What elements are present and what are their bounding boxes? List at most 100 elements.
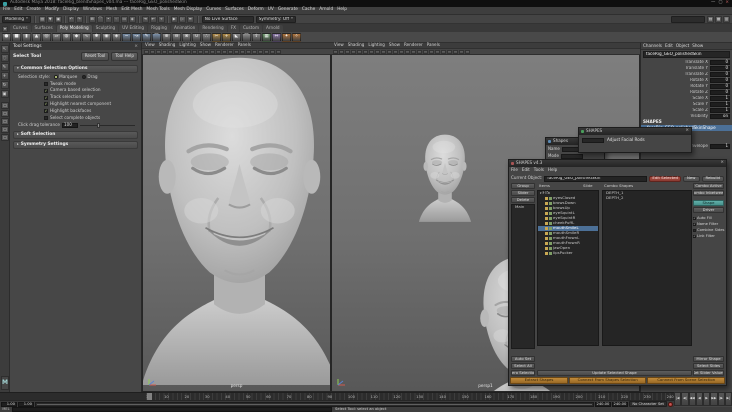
channelbox-menu-channels[interactable]: Channels [643, 43, 662, 49]
shelf-tab-poly-modeling[interactable]: Poly Modeling [56, 25, 92, 32]
select-all-button[interactable]: Select All [511, 363, 535, 369]
render-settings-icon[interactable]: ≡ [186, 15, 194, 23]
attribute-editor-toggle[interactable]: ▤ [707, 15, 714, 23]
ipr-render-icon[interactable]: ▷ [178, 15, 186, 23]
head-model-large[interactable] [142, 55, 331, 385]
menu-create[interactable]: Create [27, 7, 41, 13]
window-titlebar[interactable]: SHAPES × [579, 128, 691, 135]
playback-end-field[interactable]: 240.00 [595, 401, 612, 407]
panel-menu-panels[interactable]: Panels [427, 42, 440, 48]
check-auto-fill[interactable]: ✓ Auto Fill [693, 216, 724, 221]
channel-value[interactable]: 1 [710, 107, 730, 113]
xray-icon[interactable] [276, 49, 281, 54]
close-icon[interactable]: × [720, 160, 724, 166]
safe-action-icon[interactable] [216, 49, 221, 54]
panel-menu-view[interactable]: View [145, 42, 155, 48]
target-weld-icon[interactable]: + [222, 32, 231, 42]
menu-help[interactable]: Help [337, 7, 347, 13]
quad-draw-icon[interactable]: ▦ [262, 32, 271, 42]
combo-active-button[interactable]: Combo Active [693, 183, 724, 189]
ambient-occlusion-icon[interactable] [264, 49, 269, 54]
construction-history-icon[interactable]: + [157, 15, 165, 23]
channel-value[interactable]: 1 [710, 95, 730, 101]
shelf-tab-surfaces[interactable]: Surfaces [31, 25, 56, 32]
menu-curves[interactable]: Curves [206, 7, 221, 13]
snap-point-icon[interactable]: • [104, 15, 112, 23]
gear-shape-icon[interactable]: ✱ [92, 32, 101, 42]
close-icon[interactable]: × [134, 44, 138, 49]
sphere-icon[interactable]: ● [2, 32, 11, 42]
panel-menu-shading[interactable]: Shading [348, 42, 365, 48]
render-icon[interactable]: ▶ [170, 15, 178, 23]
lock-camera-icon[interactable] [339, 49, 344, 54]
tool-settings-toggle[interactable]: ▦ [715, 15, 722, 23]
output-connections-icon[interactable]: ⇤ [149, 15, 157, 23]
menu-arnold[interactable]: Arnold [319, 7, 333, 13]
arc-tool-icon[interactable]: ⌒ [152, 32, 161, 42]
auto-keyframe-toggle[interactable] [668, 401, 673, 407]
lock-camera-icon[interactable] [150, 49, 155, 54]
viewport-canvas[interactable]: persp [142, 55, 331, 392]
shapes-menu-edit[interactable]: Edit [522, 167, 530, 173]
checkbox-highlight-nearest-component[interactable]: ✓ [44, 102, 48, 107]
shapes-menu-file[interactable]: File [511, 167, 518, 173]
sculpt-brush-icon[interactable]: ✦ [282, 32, 291, 42]
shelf-tab-fx[interactable]: FX [227, 25, 239, 32]
camera-attributes-icon[interactable] [156, 49, 161, 54]
shapes-info-window[interactable]: SHAPES × Adjust Facial Rods [578, 127, 692, 153]
select-camera-icon[interactable] [144, 49, 149, 54]
viewport-perspective[interactable]: View Shading Lighting Show Renderer Panels pe… [142, 42, 331, 392]
play-backwards-button[interactable]: ◀ [695, 392, 703, 406]
panel-menu-lighting[interactable]: Lighting [368, 42, 385, 48]
go-to-start-button[interactable]: |◀ [674, 392, 682, 406]
plane-icon[interactable]: ▱ [52, 32, 61, 42]
image-plane-icon[interactable] [357, 49, 362, 54]
channelbox-menu-show[interactable]: Show [692, 43, 703, 49]
boolean-union-icon[interactable]: ⊕ [162, 32, 171, 42]
single-pane-layout[interactable] [0, 102, 9, 109]
textured-icon[interactable] [435, 49, 440, 54]
command-language-toggle[interactable]: MEL [0, 407, 12, 412]
channel-value[interactable]: 0 [710, 83, 730, 89]
pencil-curve-icon[interactable]: ✎ [142, 32, 151, 42]
checkbox-select-complete-objects[interactable] [44, 116, 48, 121]
check-link-filter[interactable]: ✓ Link Filter [693, 234, 724, 239]
selected-object-name[interactable]: faceRig_GEO_polishedSkin [643, 51, 730, 58]
window-titlebar[interactable]: SHAPES v4.3 × [509, 160, 726, 167]
shapes-menu-help[interactable]: Help [548, 167, 557, 173]
grid-icon[interactable] [375, 49, 380, 54]
auto-set-button[interactable]: Auto Set [511, 356, 535, 362]
shapes-editor-window[interactable]: SHAPES v4.3 × File Edit Tools Help Current … [508, 159, 727, 386]
select-tool[interactable]: ↖ [0, 45, 9, 53]
checkbox-track-selection-order[interactable]: ✓ [44, 96, 48, 100]
range-slider[interactable]: 1.00 1.00 240.00 240.00 No Character Set [0, 400, 674, 407]
bevel-icon[interactable]: ◣ [232, 32, 241, 42]
shapes-menu-tools[interactable]: Tools [534, 167, 544, 173]
shape-list[interactable]: ▾ FTS eyesClosed browsDown browsUp eyeSquin… [537, 190, 599, 346]
four-pane-layout[interactable] [0, 110, 9, 117]
step-back-key-button[interactable]: ◀◀ [688, 392, 696, 406]
resolution-gate-icon[interactable] [387, 49, 392, 54]
boolean-intersect-icon[interactable]: ⊗ [182, 32, 191, 42]
channel-value[interactable]: 1 [710, 101, 730, 107]
channel-value[interactable]: 1 [710, 143, 730, 149]
time-slider[interactable]: 1102030405060708090100110120130140150160… [0, 392, 732, 401]
channel-box-toggle[interactable]: ▥ [723, 15, 730, 23]
curve-tool-icon[interactable]: ~ [122, 32, 131, 42]
menu-mesh[interactable]: Mesh [106, 7, 117, 13]
cylinder-icon[interactable]: ▮ [22, 32, 31, 42]
bridge-icon[interactable]: ⌒ [242, 32, 251, 42]
shelf-tab-rendering[interactable]: Rendering [199, 25, 227, 32]
tolerance-slider[interactable] [80, 122, 135, 128]
menu-deform[interactable]: Deform [248, 7, 264, 13]
channel-value[interactable]: 0 [710, 59, 730, 65]
persp-graph-layout[interactable] [0, 126, 9, 133]
group-item-main[interactable]: Main [512, 205, 534, 210]
panel-menu-view[interactable]: View [334, 42, 344, 48]
gate-mask-icon[interactable] [393, 49, 398, 54]
channelbox-menu-edit[interactable]: Edit [665, 43, 673, 49]
playback-start-field[interactable]: 1.00 [18, 401, 34, 407]
section-symmetry-settings[interactable]: ▸ Symmetry Settings [13, 140, 138, 149]
panel-menu-shading[interactable]: Shading [159, 42, 176, 48]
reset-tool-button[interactable]: Reset Tool [80, 52, 110, 61]
